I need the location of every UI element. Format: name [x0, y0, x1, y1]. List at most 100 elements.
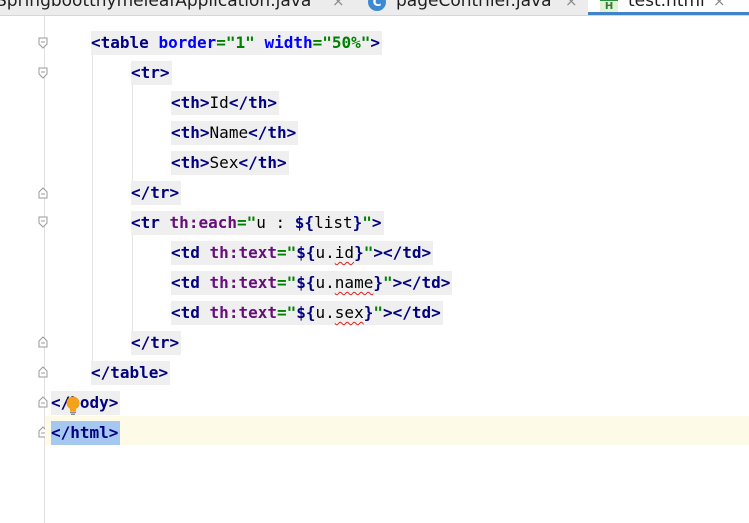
tag-bracket: > [276, 153, 287, 172]
attribute-name: border [158, 33, 217, 52]
tag-name: td [421, 273, 441, 292]
tag-bracket: < [171, 123, 181, 142]
expression-brace: } [352, 213, 363, 232]
code-line[interactable]: <th>Name</th> [171, 121, 299, 145]
tag-bracket: > [370, 33, 381, 52]
code-line[interactable]: <th>Sex</th> [171, 151, 289, 175]
code-line[interactable]: <th>Id</th> [171, 91, 279, 115]
expression-brace: ${ [296, 303, 316, 322]
tag-bracket: > [108, 423, 119, 442]
expression-brace: } [373, 273, 383, 292]
code-line[interactable]: <tr> [131, 61, 172, 85]
tag-bracket: </ [392, 303, 412, 322]
tag-bracket: > [199, 123, 210, 142]
tag-bracket: </ [238, 153, 258, 172]
tag-name: td [411, 303, 432, 322]
code-line[interactable]: </body> [51, 391, 121, 415]
tag-bracket: < [171, 303, 181, 322]
code-line[interactable]: <td th:text="${u.name}"></td> [171, 271, 453, 295]
editor-tab-bar: SpringbootthymeleafApplication.java × C … [0, 0, 749, 16]
thymeleaf-attribute: th:text [209, 303, 277, 322]
java-class-icon: C [368, 0, 386, 11]
code-line[interactable]: </table> [91, 361, 171, 385]
code-line[interactable]: <td th:text="${u.sex}"></td> [171, 301, 443, 325]
tag-name: table [110, 363, 159, 382]
tag-bracket: > [199, 153, 210, 172]
tag-bracket: < [131, 213, 141, 232]
code-line[interactable]: <tr th:each="u : ${list}"> [131, 211, 384, 235]
equals-sign: = [276, 273, 287, 292]
tag-name: tr [150, 183, 170, 202]
quote: " [362, 213, 372, 232]
thymeleaf-attribute: th:each [169, 213, 237, 232]
tag-bracket: < [131, 63, 141, 82]
tag-bracket: </ [248, 123, 268, 142]
quote: " [363, 243, 374, 262]
indent-guide [132, 232, 133, 342]
tag-bracket: </ [131, 333, 151, 352]
close-icon[interactable]: × [332, 0, 345, 10]
code-editor[interactable]: <table border="1" width="50%"> <tr> <th>… [45, 16, 749, 523]
equals-sign: = [276, 303, 287, 322]
tag-bracket: > [382, 303, 393, 322]
code-line[interactable]: </tr> [131, 331, 182, 355]
tag-name: td [180, 273, 200, 292]
expression-text: u. [315, 303, 335, 322]
tag-bracket: > [199, 93, 210, 112]
tag-name: th [180, 93, 200, 112]
tag-bracket: > [371, 213, 382, 232]
tag-bracket: < [171, 153, 181, 172]
close-icon[interactable]: × [565, 0, 578, 10]
code-line[interactable]: <table border="1" width="50%"> [91, 31, 383, 55]
selection-highlight: </html> [51, 421, 121, 445]
tag-bracket: > [440, 273, 451, 292]
text-content: Id [209, 93, 229, 112]
quote: " [286, 273, 297, 292]
tag-bracket: </ [91, 363, 111, 382]
tag-bracket: < [171, 273, 181, 292]
equals-sign: = [216, 33, 226, 52]
caret-row-highlight [45, 416, 749, 445]
close-icon[interactable]: × [713, 0, 726, 10]
equals-sign: = [276, 243, 287, 262]
thymeleaf-attribute: th:text [209, 243, 277, 262]
tag-bracket: > [267, 93, 277, 112]
code-line[interactable]: </tr> [131, 181, 182, 205]
tag-bracket: > [169, 183, 180, 202]
unresolved-property: sex [334, 303, 364, 322]
tab-label: pageContrller.java [396, 0, 552, 11]
active-tab-indicator [588, 12, 749, 15]
expression-text: list [314, 213, 353, 232]
tag-name: td [180, 303, 200, 322]
tag-bracket: < [91, 33, 101, 52]
code-line[interactable]: <td th:text="${u.id}"></td> [171, 241, 434, 265]
tab-test-html[interactable]: H test.html × [588, 0, 749, 15]
tag-bracket: </ [382, 243, 403, 262]
equals-sign: = [236, 213, 247, 232]
tag-bracket: > [158, 363, 169, 382]
tab-label: SpringbootthymeleafApplication.java [0, 0, 312, 11]
attribute-value: "50%" [322, 33, 371, 52]
indent-guide [92, 52, 93, 378]
tab-springboot-application[interactable]: SpringbootthymeleafApplication.java × [0, 0, 356, 15]
text-content: Name [209, 123, 249, 142]
lightbulb-icon[interactable] [65, 396, 81, 416]
code-line[interactable]: </html> [51, 421, 121, 445]
tag-bracket: > [373, 243, 383, 262]
tag-bracket: > [159, 63, 170, 82]
expression-text: u. [315, 273, 335, 292]
tag-bracket: > [431, 303, 441, 322]
editor-gutter [0, 16, 45, 523]
unresolved-property: name [334, 273, 374, 292]
tag-bracket: > [392, 273, 403, 292]
tag-name: table [100, 33, 149, 52]
expression-text: u. [315, 243, 335, 262]
text-content: Sex [209, 153, 239, 172]
quote: " [246, 213, 257, 232]
quote: " [373, 303, 383, 322]
tag-bracket: < [171, 243, 181, 262]
tag-name: th [180, 123, 200, 142]
unresolved-property: id [334, 243, 355, 262]
attribute-name: width [264, 33, 313, 52]
tab-pagecontrller[interactable]: C pageContrller.java × [368, 0, 586, 15]
